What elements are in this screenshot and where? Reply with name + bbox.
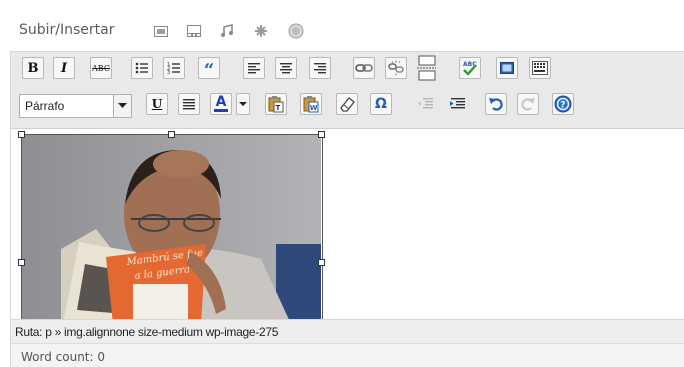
omega-icon: Ω [375, 96, 387, 112]
bold-label: B [27, 60, 39, 76]
align-left-icon [248, 63, 260, 74]
blockquote-button[interactable]: “ [198, 57, 220, 81]
fullscreen-button[interactable] [496, 57, 518, 79]
format-select-value: Párrafo [25, 99, 65, 113]
spellcheck-icon: ABC [463, 61, 477, 76]
word-count: Word count: 0 [21, 350, 106, 364]
align-center-button[interactable] [275, 57, 297, 79]
underline-label: U [151, 97, 163, 111]
editor: B I ABC 123 “ ABC Párrafo U A T W Ω ? Ma… [10, 51, 684, 367]
resize-handle[interactable] [18, 259, 25, 266]
insert-more-button[interactable] [415, 55, 437, 81]
resize-handle[interactable] [168, 131, 175, 138]
strikethrough-label: ABC [92, 63, 110, 73]
other-media-icon[interactable] [288, 23, 304, 39]
text-color-label: A [215, 94, 227, 110]
italic-button[interactable]: I [53, 57, 75, 79]
redo-icon [521, 98, 535, 111]
resize-handle[interactable] [318, 131, 325, 138]
align-right-button[interactable] [309, 57, 331, 79]
bullet-list-icon [135, 62, 148, 74]
align-center-icon [280, 63, 292, 74]
video-icon[interactable] [186, 23, 202, 39]
insert-link-button[interactable] [353, 57, 375, 79]
kitchen-sink-button[interactable] [529, 57, 551, 79]
paste-word-icon: W [303, 96, 319, 113]
text-color-button[interactable]: A [210, 93, 232, 115]
resize-handle[interactable] [18, 131, 25, 138]
audio-icon[interactable] [219, 23, 235, 39]
undo-icon [489, 98, 503, 111]
strikethrough-button[interactable]: ABC [90, 57, 112, 79]
align-left-button[interactable] [243, 57, 265, 79]
format-select[interactable]: Párrafo [19, 94, 132, 118]
image-icon[interactable] [153, 23, 169, 39]
paste-word-button[interactable]: W [300, 93, 322, 115]
undo-button[interactable] [485, 93, 507, 115]
more-tag-icon [417, 55, 436, 81]
indent-icon [450, 98, 465, 109]
fullscreen-icon [500, 62, 514, 74]
paste-text-icon: T [268, 96, 284, 113]
special-character-button[interactable]: Ω [370, 93, 392, 115]
justify-button[interactable] [178, 93, 200, 115]
numbered-list-icon: 123 [167, 62, 180, 76]
resize-handle[interactable] [318, 259, 325, 266]
underline-button[interactable]: U [146, 93, 168, 115]
align-justify-icon [183, 99, 195, 110]
bold-button[interactable]: B [22, 57, 44, 79]
text-color-icon: A [214, 94, 228, 112]
chevron-down-icon[interactable] [113, 95, 131, 117]
editor-content-area[interactable]: Mambrú se fue a la guerra [11, 129, 684, 320]
svg-text:W: W [310, 104, 318, 112]
link-icon [355, 64, 373, 72]
media-icon[interactable] [253, 23, 269, 39]
svg-text:3: 3 [167, 70, 170, 76]
paste-text-button[interactable]: T [265, 93, 287, 115]
word-count-bar: Word count: 0 [11, 343, 684, 367]
help-button[interactable]: ? [552, 93, 574, 115]
italic-label: I [60, 60, 68, 76]
editor-toolbar: B I ABC 123 “ ABC Párrafo U A T W Ω ? [11, 52, 684, 129]
toolbar-row-1: B I ABC 123 “ ABC [11, 55, 684, 85]
kitchen-sink-icon [532, 61, 548, 75]
remove-format-button[interactable] [336, 93, 358, 115]
blockquote-label: “ [203, 60, 215, 81]
chevron-down-icon [239, 101, 247, 106]
bullet-list-button[interactable] [131, 57, 153, 79]
unlink-icon [388, 60, 404, 76]
outdent-button[interactable] [415, 93, 437, 115]
spellcheck-button[interactable]: ABC [459, 57, 481, 79]
unlink-button[interactable] [385, 57, 407, 79]
outdent-icon [418, 98, 433, 109]
indent-button[interactable] [447, 93, 469, 115]
redo-button[interactable] [517, 93, 539, 115]
selected-photo[interactable]: Mambrú se fue a la guerra [21, 134, 321, 320]
upload-insert-label: Subir/Insertar [19, 22, 115, 38]
eraser-icon [340, 97, 355, 112]
toolbar-row-2: Párrafo U A T W Ω ? [11, 90, 684, 118]
element-path-bar: Ruta: p » img.alignnone size-medium wp-i… [11, 319, 684, 343]
numbered-list-button[interactable]: 123 [163, 57, 185, 79]
text-color-dropdown[interactable] [236, 93, 250, 115]
book: Mambrú se fue a la guerra [63, 242, 206, 320]
help-icon: ? [554, 95, 572, 113]
align-right-icon [314, 63, 326, 74]
element-path[interactable]: Ruta: p » img.alignnone size-medium wp-i… [15, 325, 278, 339]
svg-text:?: ? [560, 101, 565, 111]
upload-bar: Subir/Insertar [0, 0, 684, 56]
svg-text:T: T [276, 104, 281, 112]
